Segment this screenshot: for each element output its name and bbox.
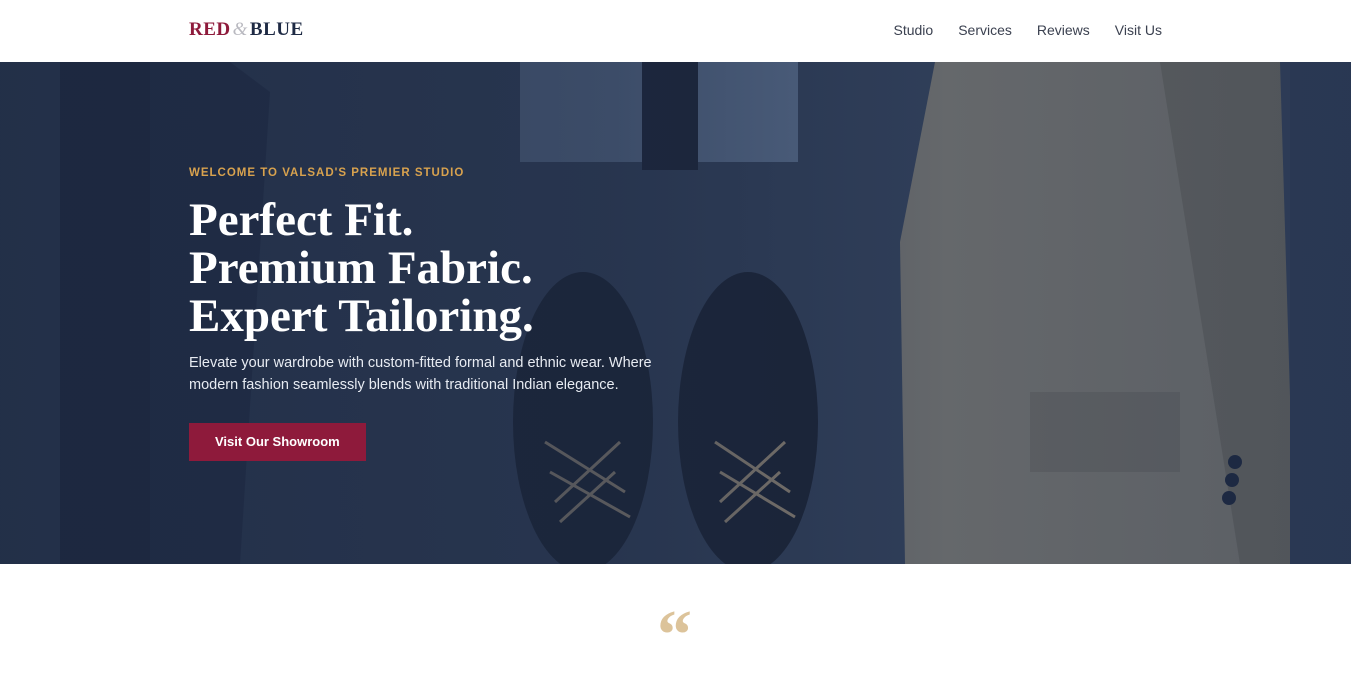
hero-eyebrow: WELCOME TO VALSAD'S PREMIER STUDIO xyxy=(189,167,465,179)
nav-item-services[interactable]: Services xyxy=(958,20,1012,40)
brand-logo-blue: BLUE xyxy=(249,19,304,40)
quote-icon: “ xyxy=(657,597,692,674)
hero-headline-line-3: Expert Tailoring. xyxy=(189,290,534,342)
nav-item-studio[interactable]: Studio xyxy=(894,20,934,40)
brand-logo-ampersand: & xyxy=(232,19,248,40)
brand-logo-red: RED xyxy=(189,19,231,40)
nav-item-reviews[interactable]: Reviews xyxy=(1037,20,1090,40)
hero-section: WELCOME TO VALSAD'S PREMIER STUDIO Perfe… xyxy=(0,62,1351,564)
nav-item-visit-us[interactable]: Visit Us xyxy=(1115,20,1162,40)
brand-logo[interactable]: RED & BLUE xyxy=(189,18,304,42)
visit-showroom-button[interactable]: Visit Our Showroom xyxy=(189,423,366,461)
hero-headline-line-2: Premium Fabric. xyxy=(189,242,533,294)
hero-headline-line-1: Perfect Fit. xyxy=(189,194,414,246)
site-header: RED & BLUE Studio Services Reviews Visit U… xyxy=(0,0,1351,62)
hero-headline: Perfect Fit. Premium Fabric. Expert Tail… xyxy=(189,196,709,340)
hero-subtext: Elevate your wardrobe with custom-fitted… xyxy=(189,355,652,393)
main-nav: Studio Services Reviews Visit Us xyxy=(894,20,1163,40)
hero-content: WELCOME TO VALSAD'S PREMIER STUDIO Perfe… xyxy=(189,166,709,461)
